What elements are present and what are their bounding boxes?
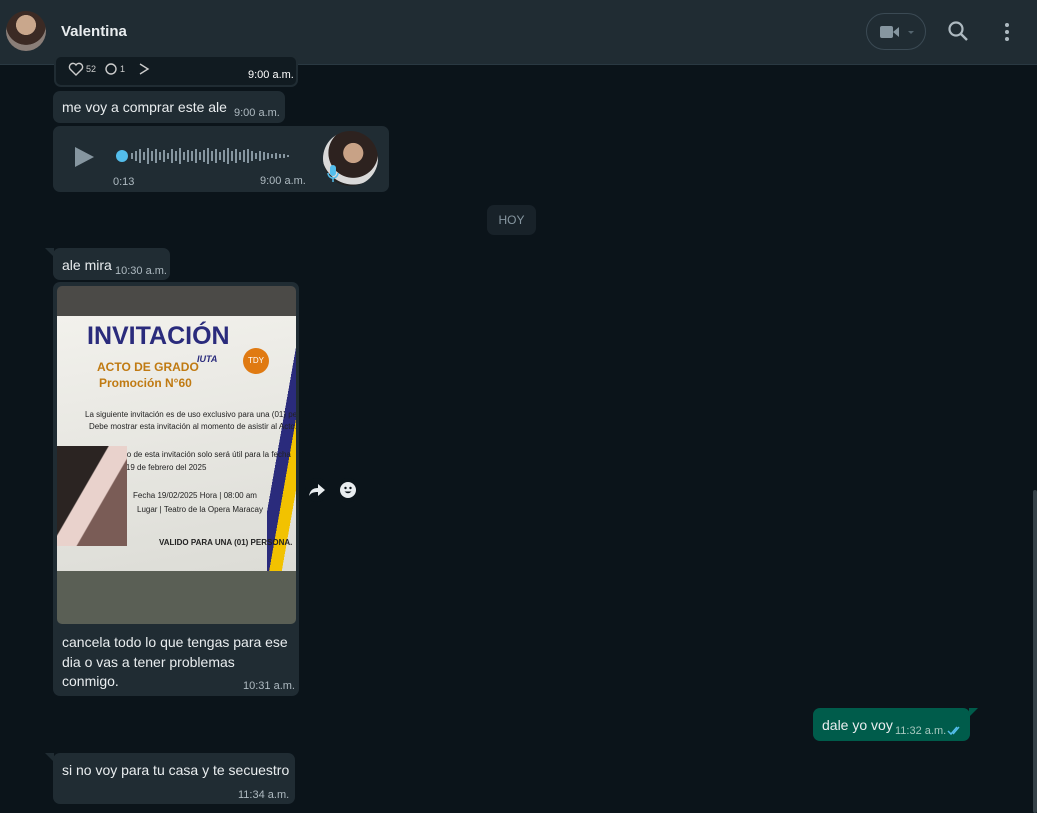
forward-button[interactable] [305,478,329,502]
shared-post-bubble[interactable]: 52 1 9:00 a.m. [54,55,298,87]
video-icon [880,26,914,38]
menu-icon[interactable] [1000,22,1014,42]
search-icon[interactable] [947,20,969,42]
outgoing-message[interactable]: dale yo voy 11:32 a.m. [813,708,970,741]
comment-icon [105,63,117,75]
invitation-subtitle: ACTO DE GRADO [97,360,199,374]
invitation-line: El uso de esta invitación solo será útil… [109,450,291,459]
bubble-tail [969,708,978,717]
invitation-line: La siguiente invitación es de uso exclus… [85,410,296,419]
iuta-logo: IUTA [197,354,218,364]
tdy-logo: TDY [243,348,269,374]
react-button[interactable] [336,478,360,502]
message-text: dale yo voy [822,717,893,733]
comments-count: 1 [120,64,126,74]
invitation-stripe [267,321,296,571]
invitation-valid: VALIDO PARA UNA (01) PERSONA. [159,538,293,547]
heart-icon [68,62,84,76]
date-separator: HOY [487,205,536,235]
voice-duration: 0:13 [113,176,135,188]
voice-message[interactable]: 0:13 9:00 a.m. [53,126,389,192]
incoming-message[interactable]: me voy a comprar este ale 9:00 a.m. [53,91,285,123]
likes-count: 52 [86,64,97,74]
microphone-icon [327,165,339,182]
emoji-icon [340,482,356,498]
incoming-message[interactable]: si no voy para tu casa y te secuestro 11… [53,753,295,804]
invitation-title: INVITACIÓN [87,322,230,350]
diploma-photo [57,446,127,546]
invitation-line: Debe mostrar esta invitación al momento … [89,422,296,431]
waveform[interactable] [116,145,296,167]
message-time: 11:32 a.m. [895,725,947,737]
message-text: me voy a comprar este ale [62,99,227,115]
message-text: si no voy para tu casa y te secuestro [62,762,290,778]
message-text: ale mira [62,257,112,273]
scrollbar[interactable] [1033,490,1037,813]
video-call-button[interactable] [866,13,926,50]
invitation-image[interactable]: INVITACIÓN ACTO DE GRADO Promoción N°60 … [57,286,296,624]
image-caption: dia o vas a tener problemas [62,654,235,670]
invitation-line: Fecha 19/02/2025 Hora | 08:00 am [133,491,257,500]
message-time: 9:00 a.m. [248,69,294,81]
message-time: 9:00 a.m. [260,175,306,187]
image-caption: cancela todo lo que tengas para ese [62,634,288,650]
play-icon[interactable] [72,145,96,169]
message-time: 10:31 a.m. [243,680,295,692]
invitation-line: del 19 de febrero del 2025 [113,463,207,472]
incoming-message[interactable]: ale mira 10:30 a.m. [53,248,170,280]
contact-avatar[interactable] [6,11,46,51]
message-time: 11:34 a.m. [238,789,290,801]
message-time: 9:00 a.m. [234,107,280,119]
forward-icon [309,484,325,496]
invitation-promotion: Promoción N°60 [99,376,192,390]
read-ticks-icon [947,726,960,736]
invitation-line: Lugar | Teatro de la Opera Maracay [137,505,263,514]
message-time: 10:30 a.m. [115,265,167,277]
share-icon [139,63,150,75]
image-caption: conmigo. [62,673,119,689]
contact-name[interactable]: Valentina [61,23,127,40]
